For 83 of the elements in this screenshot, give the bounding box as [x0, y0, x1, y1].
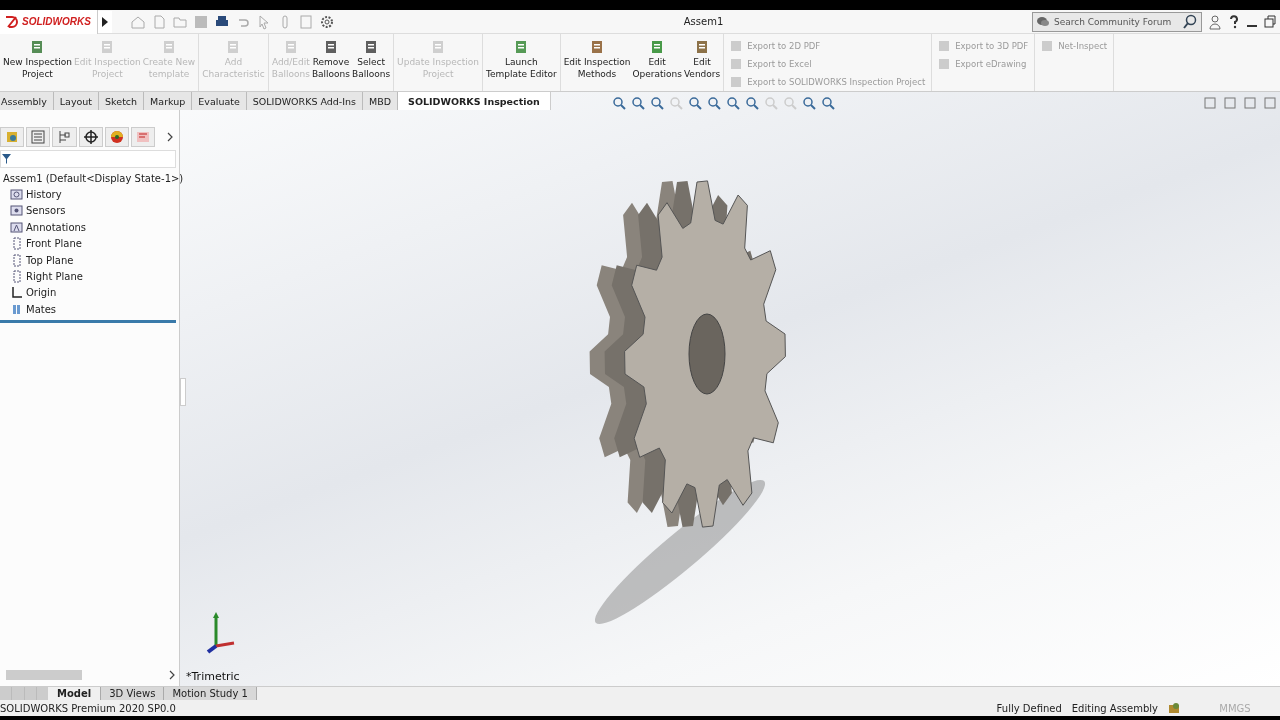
document-icon	[730, 40, 743, 52]
document-icon	[431, 40, 446, 54]
command-tab[interactable]: Markup	[144, 92, 193, 110]
product-version: SOLIDWORKS Premium 2020 SP0.0	[0, 702, 177, 714]
tree-item[interactable]: Assem1 (Default<Display State-1>)	[3, 172, 184, 184]
save-icon[interactable]	[193, 13, 209, 30]
filter-field[interactable]	[0, 150, 176, 168]
user-icon[interactable]	[1208, 13, 1222, 30]
document-icon	[938, 40, 951, 52]
command-tab[interactable]: SOLIDWORKS Add-Ins	[246, 92, 364, 110]
inspection-icon	[134, 129, 151, 145]
document-icon	[730, 76, 743, 88]
ribbon-button[interactable]: Select Balloons	[351, 40, 392, 80]
document-icon	[938, 58, 951, 70]
tree-item[interactable]: Sensors	[26, 205, 66, 217]
document-icon	[514, 40, 529, 54]
command-tab[interactable]: Evaluate	[192, 92, 247, 110]
document-icon	[323, 40, 338, 54]
plane-icon	[10, 270, 23, 284]
view-orientation-label: *Trimetric	[186, 670, 240, 683]
panel-collapse-handle[interactable]	[180, 378, 186, 406]
document-icon	[100, 40, 115, 54]
search-icon[interactable]	[1182, 13, 1198, 30]
status-text: Editing Assembly	[1071, 702, 1158, 714]
expand-arrow-button[interactable]	[98, 10, 112, 33]
search-field[interactable]: Search Community Forum	[1032, 11, 1202, 32]
plane-icon	[10, 237, 23, 251]
command-tab[interactable]: Assembly	[0, 92, 54, 110]
scroll-right-button[interactable]	[169, 670, 175, 680]
color-ball-icon	[108, 129, 125, 145]
ribbon-button[interactable]: Remove Balloons	[310, 40, 351, 80]
tree-icon	[56, 129, 73, 145]
document-icon	[590, 40, 605, 54]
rollback-bar[interactable]	[0, 319, 176, 323]
document-icon	[226, 40, 241, 54]
ribbon-button[interactable]: Edit Operations	[631, 40, 683, 80]
status-text: Fully Defined	[996, 702, 1062, 714]
app-logo: SOLIDWORKS	[22, 16, 91, 27]
chevron-right-icon	[169, 670, 175, 680]
document-icon	[364, 40, 379, 54]
document-icon	[650, 40, 665, 54]
tree-item[interactable]: Right Plane	[26, 271, 83, 283]
tree-item[interactable]: Front Plane	[26, 238, 82, 250]
mates-icon	[10, 302, 23, 316]
command-tab[interactable]: Sketch	[99, 92, 145, 110]
document-icon	[283, 40, 298, 54]
zoom-to-fit-icon[interactable]	[612, 96, 626, 110]
tree-item[interactable]: Annotations	[26, 221, 87, 233]
plane-icon	[10, 253, 23, 267]
gear-icon[interactable]	[319, 13, 335, 30]
command-tab[interactable]: Layout	[53, 92, 100, 110]
zoom-area-icon[interactable]	[631, 96, 645, 110]
model-tab[interactable]: 3D Views	[101, 687, 165, 700]
document-icon	[695, 40, 710, 54]
command-tab[interactable]: SOLIDWORKS Inspection	[398, 92, 551, 110]
logo-icon	[4, 14, 20, 29]
crosshair-icon	[82, 129, 99, 145]
document-icon	[161, 40, 176, 54]
chevron-right-icon	[167, 132, 174, 142]
annotation-icon	[10, 220, 23, 234]
tree-item[interactable]: History	[26, 189, 62, 201]
document-icon	[730, 58, 743, 70]
origin-icon	[10, 286, 23, 300]
ribbon-button[interactable]: Launch Template Editor	[485, 40, 558, 80]
ribbon-button[interactable]: Edit Vendors	[682, 40, 722, 80]
document-icon	[1041, 40, 1054, 52]
help-icon[interactable]	[1228, 13, 1240, 30]
panel-tab[interactable]	[78, 127, 103, 147]
filter-icon	[1, 153, 13, 165]
model-tab[interactable]: Motion Study 1	[164, 687, 257, 700]
tree-item[interactable]: Top Plane	[26, 254, 74, 266]
document-title: Assem1	[682, 16, 725, 27]
sensor-icon	[10, 204, 23, 218]
scrollbar-thumb[interactable]	[6, 670, 82, 680]
tree-item[interactable]: Origin	[26, 287, 57, 299]
tree-item[interactable]: Mates	[26, 303, 57, 315]
chat-icon	[1036, 15, 1050, 28]
command-tab[interactable]: MBD	[363, 92, 399, 110]
list-icon	[30, 129, 47, 145]
history-icon	[10, 188, 23, 202]
document-icon	[30, 40, 45, 54]
ribbon-button[interactable]: New Inspection Project	[2, 40, 73, 80]
ribbon-button[interactable]: Edit Inspection Methods	[562, 40, 632, 80]
